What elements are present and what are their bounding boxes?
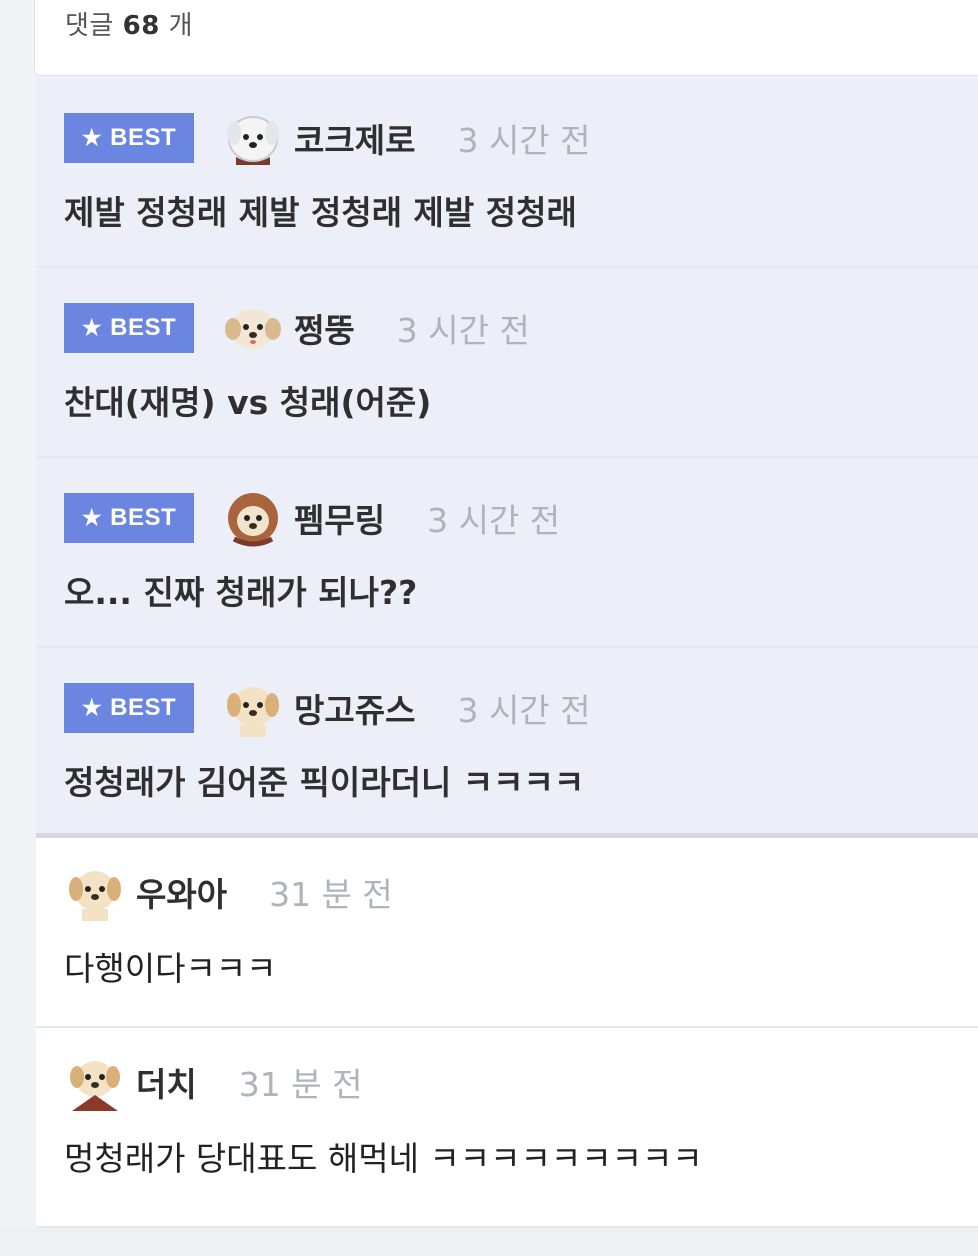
- star-icon: ★: [81, 125, 103, 150]
- comment-text: 오... 진짜 청래가 되나??: [64, 573, 418, 612]
- comment-meta: ★ BEST 망고쥬스 3 시간 전: [64, 678, 591, 738]
- dog-avatar-icon[interactable]: [64, 861, 126, 923]
- dog-avatar-icon[interactable]: [222, 487, 284, 549]
- best-badge-label: BEST: [110, 504, 177, 531]
- best-comment: ★ BEST 망고쥬스 3 시간 전 정청래가 김어준 픽이라더니 ㅋㅋㅋㅋ: [36, 648, 978, 838]
- comment-nickname[interactable]: 우와아: [136, 868, 227, 916]
- comment-meta: 더치 31 분 전: [64, 1052, 362, 1112]
- best-badge: ★ BEST: [64, 303, 194, 353]
- comment-text: 다행이다ㅋㅋㅋ: [64, 949, 277, 988]
- comments-page: 댓글 68 개 ★ BEST 코크제로 3 시간 전 제발 정청래 제발 정청래…: [0, 0, 978, 1256]
- comment-text: 찬대(재명) vs 청래(어준): [64, 383, 432, 422]
- comment-count-unit: 개: [168, 11, 193, 41]
- dog-avatar-icon[interactable]: [222, 297, 284, 359]
- comment: 더치 31 분 전 멍청래가 당대표도 해먹네 ㅋㅋㅋㅋㅋㅋㅋㅋㅋ: [36, 1028, 978, 1228]
- comment-meta: ★ BEST 쩡뚱 3 시간 전: [64, 298, 530, 358]
- comment-text: 멍청래가 당대표도 해먹네 ㅋㅋㅋㅋㅋㅋㅋㅋㅋ: [64, 1139, 703, 1178]
- dog-avatar-icon[interactable]: [222, 107, 284, 169]
- comment-time: 3 시간 전: [427, 501, 561, 540]
- comment-count-label: 댓글: [65, 11, 114, 41]
- page-bottom-band: [0, 1228, 978, 1256]
- comment-text: 제발 정청래 제발 정청래 제발 정청래: [64, 193, 577, 232]
- comment-list: ★ BEST 코크제로 3 시간 전 제발 정청래 제발 정청래 제발 정청래 …: [36, 78, 978, 1228]
- comment-count-box: 댓글 68 개: [34, 0, 978, 76]
- comment-count: 댓글 68 개: [65, 5, 193, 42]
- dog-avatar-icon[interactable]: [222, 677, 284, 739]
- dog-avatar-icon[interactable]: [64, 1051, 126, 1113]
- comment-time: 3 시간 전: [396, 311, 530, 350]
- best-badge-label: BEST: [110, 694, 177, 721]
- best-badge: ★ BEST: [64, 113, 194, 163]
- comment-nickname[interactable]: 코크제로: [294, 114, 415, 162]
- comment-nickname[interactable]: 더치: [136, 1058, 197, 1106]
- comment-time: 3 시간 전: [457, 121, 591, 160]
- comment-time: 31 분 전: [238, 1065, 363, 1104]
- comment-time: 31 분 전: [269, 875, 393, 914]
- comment: 우와아 31 분 전 다행이다ㅋㅋㅋ: [36, 838, 978, 1028]
- star-icon: ★: [81, 695, 103, 720]
- comment-nickname[interactable]: 망고쥬스: [294, 684, 415, 732]
- best-badge: ★ BEST: [64, 493, 194, 543]
- comment-nickname[interactable]: 쩡뚱: [294, 304, 355, 352]
- comment-nickname[interactable]: 펨무링: [294, 494, 385, 542]
- comment-meta: 우와아 31 분 전: [64, 862, 393, 922]
- comment-meta: ★ BEST 코크제로 3 시간 전: [64, 108, 591, 168]
- best-badge-label: BEST: [110, 124, 177, 151]
- comment-time: 3 시간 전: [457, 691, 591, 730]
- star-icon: ★: [81, 505, 103, 530]
- best-badge: ★ BEST: [64, 683, 194, 733]
- best-badge-label: BEST: [110, 314, 177, 341]
- best-comment: ★ BEST 쩡뚱 3 시간 전 찬대(재명) vs 청래(어준): [36, 268, 978, 458]
- comment-meta: ★ BEST 펨무링 3 시간 전: [64, 488, 560, 548]
- star-icon: ★: [81, 315, 103, 340]
- best-comment: ★ BEST 코크제로 3 시간 전 제발 정청래 제발 정청래 제발 정청래: [36, 78, 978, 268]
- comment-count-value: 68: [122, 11, 160, 41]
- best-comment: ★ BEST 펨무링 3 시간 전 오... 진짜 청래가 되나??: [36, 458, 978, 648]
- comment-text: 정청래가 김어준 픽이라더니 ㅋㅋㅋㅋ: [64, 763, 585, 802]
